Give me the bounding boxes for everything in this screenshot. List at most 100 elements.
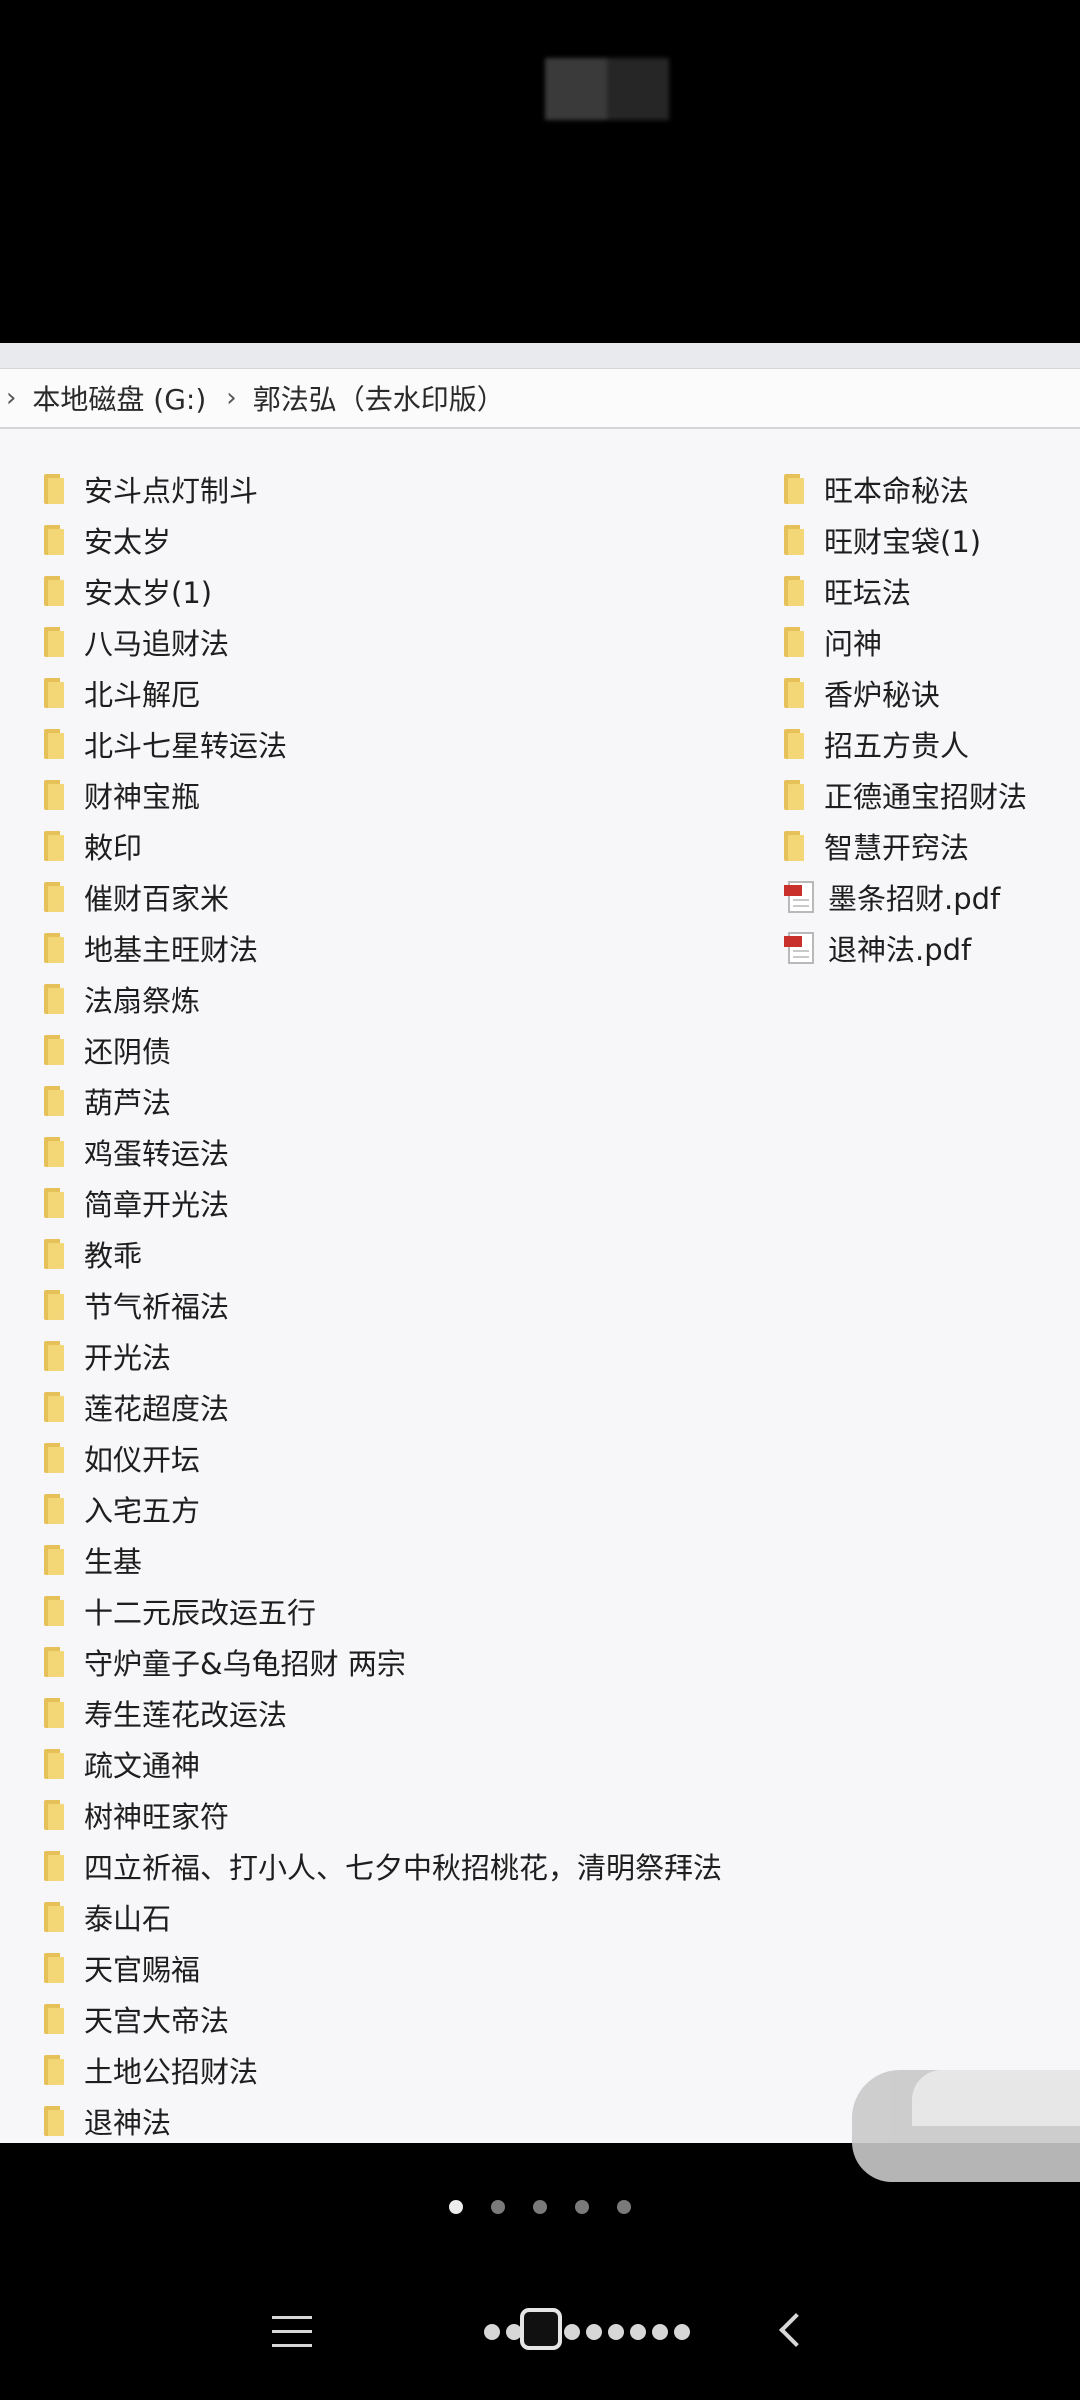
breadcrumb-folder[interactable]: 郭法弘（去水印版） — [253, 378, 505, 418]
file-name-label: 招五方贵人 — [824, 728, 970, 763]
folder-item[interactable]: 土地公招财法 — [44, 2044, 722, 2095]
page-dot[interactable] — [449, 2200, 463, 2214]
folder-icon — [44, 1187, 66, 1218]
file-name-label: 墨条招财.pdf — [828, 881, 1001, 916]
breadcrumb-separator: › — [6, 383, 17, 413]
file-name-label: 智慧开窍法 — [824, 830, 970, 865]
blurred-notification-block — [545, 58, 669, 120]
folder-icon — [784, 626, 806, 657]
breadcrumb-drive[interactable]: 本地磁盘 (G:) — [32, 378, 206, 418]
folder-item[interactable]: 香炉秘诀 — [784, 667, 1027, 718]
file-name-label: 地基主旺财法 — [84, 932, 259, 967]
folder-icon — [44, 1646, 66, 1677]
file-name-label: 如仪开坛 — [84, 1442, 201, 1477]
file-name-label: 天宫大帝法 — [84, 2003, 230, 2038]
file-name-label: 退神法.pdf — [828, 932, 972, 967]
folder-item[interactable]: 四立祈福、打小人、七夕中秋招桃花，清明祭拜法 — [44, 1840, 722, 1891]
file-name-label: 守炉童子&乌龟招财 两宗 — [84, 1646, 406, 1681]
folder-item[interactable]: 旺本命秘法 — [784, 463, 1027, 514]
folder-item[interactable]: 催财百家米 — [44, 871, 722, 922]
folder-item[interactable]: 旺财宝袋(1) — [784, 514, 1027, 565]
folder-item[interactable]: 北斗七星转运法 — [44, 718, 722, 769]
folder-item[interactable]: 葫芦法 — [44, 1075, 722, 1126]
folder-icon — [44, 524, 66, 555]
folder-item[interactable]: 莲花超度法 — [44, 1381, 722, 1432]
page-dot[interactable] — [491, 2200, 505, 2214]
folder-icon — [44, 881, 66, 912]
folder-item[interactable]: 泰山石 — [44, 1891, 722, 1942]
folder-item[interactable]: 十二元辰改运五行 — [44, 1585, 722, 1636]
folder-icon — [44, 2054, 66, 2085]
folder-icon — [44, 2105, 66, 2136]
folder-item[interactable]: 北斗解厄 — [44, 667, 722, 718]
folder-item[interactable]: 八马追财法 — [44, 616, 722, 667]
folder-icon — [44, 1493, 66, 1524]
folder-icon — [44, 473, 66, 504]
folder-item[interactable]: 财神宝瓶 — [44, 769, 722, 820]
folder-item[interactable]: 天宫大帝法 — [44, 1993, 722, 2044]
folder-item[interactable]: 安斗点灯制斗 — [44, 463, 722, 514]
file-name-label: 旺坛法 — [824, 575, 912, 610]
folder-item[interactable]: 法扇祭炼 — [44, 973, 722, 1024]
page-dot[interactable] — [533, 2200, 547, 2214]
folder-item[interactable]: 安太岁(1) — [44, 565, 722, 616]
page-indicator — [0, 2200, 1080, 2214]
folder-item[interactable]: 退神法 — [44, 2095, 722, 2143]
folder-item[interactable]: 问神 — [784, 616, 1027, 667]
menu-icon[interactable] — [272, 2314, 312, 2350]
folder-item[interactable]: 还阴债 — [44, 1024, 722, 1075]
folder-icon — [44, 1238, 66, 1269]
file-name-label: 教乖 — [84, 1238, 143, 1273]
pdf-file-item[interactable]: 退神法.pdf — [784, 922, 1027, 973]
folder-item[interactable]: 疏文通神 — [44, 1738, 722, 1789]
folder-item[interactable]: 地基主旺财法 — [44, 922, 722, 973]
folder-item[interactable]: 天官赐福 — [44, 1942, 722, 1993]
file-name-label: 莲花超度法 — [84, 1391, 230, 1426]
folder-icon — [44, 1034, 66, 1065]
folder-item[interactable]: 鸡蛋转运法 — [44, 1126, 722, 1177]
folder-item[interactable]: 安太岁 — [44, 514, 722, 565]
folder-item[interactable]: 守炉童子&乌龟招财 两宗 — [44, 1636, 722, 1687]
folder-item[interactable]: 旺坛法 — [784, 565, 1027, 616]
folder-item[interactable]: 节气祈福法 — [44, 1279, 722, 1330]
folder-item[interactable]: 开光法 — [44, 1330, 722, 1381]
folder-icon — [44, 1850, 66, 1881]
folder-item[interactable]: 树神旺家符 — [44, 1789, 722, 1840]
page-dot[interactable] — [617, 2200, 631, 2214]
folder-icon — [44, 575, 66, 606]
file-explorer-photo: › 本地磁盘 (G:) › 郭法弘（去水印版） 安斗点灯制斗 安太岁安太岁(1) 八… — [0, 343, 1080, 2143]
file-name-label: 北斗解厄 — [84, 677, 201, 712]
folder-icon — [44, 1748, 66, 1779]
folder-item[interactable]: 生基 — [44, 1534, 722, 1585]
folder-icon — [784, 473, 806, 504]
folder-item[interactable]: 正德通宝招财法 — [784, 769, 1027, 820]
folder-icon — [44, 1391, 66, 1422]
folder-item[interactable]: 教乖 — [44, 1228, 722, 1279]
folder-item[interactable]: 寿生莲花改运法 — [44, 1687, 722, 1738]
pdf-file-item[interactable]: 墨条招财.pdf — [784, 871, 1027, 922]
file-name-label: 问神 — [824, 626, 883, 661]
file-name-label: 树神旺家符 — [84, 1799, 230, 1834]
folder-icon — [44, 1799, 66, 1830]
folder-icon — [44, 626, 66, 657]
folder-item[interactable]: 敕印 — [44, 820, 722, 871]
back-icon[interactable] — [776, 2310, 800, 2350]
folder-item[interactable]: 简章开光法 — [44, 1177, 722, 1228]
file-name-label: 天官赐福 — [84, 1952, 201, 1987]
home-icon[interactable] — [520, 2308, 562, 2350]
file-name-label: 还阴债 — [84, 1034, 172, 1069]
folder-item[interactable]: 招五方贵人 — [784, 718, 1027, 769]
page-dot[interactable] — [575, 2200, 589, 2214]
folder-item[interactable]: 入宅五方 — [44, 1483, 722, 1534]
folder-item[interactable]: 如仪开坛 — [44, 1432, 722, 1483]
system-navigation-bar — [0, 2300, 1080, 2370]
file-name-label: 法扇祭炼 — [84, 983, 201, 1018]
file-name-label: 香炉秘诀 — [824, 677, 941, 712]
folder-icon — [44, 1442, 66, 1473]
folder-icon — [44, 677, 66, 708]
folder-item[interactable]: 智慧开窍法 — [784, 820, 1027, 871]
breadcrumb[interactable]: › 本地磁盘 (G:) › 郭法弘（去水印版） — [0, 369, 1080, 429]
file-name-label: 安太岁(1) — [84, 575, 213, 610]
file-name-label: 入宅五方 — [84, 1493, 201, 1528]
file-list-column-1: 安斗点灯制斗 安太岁安太岁(1) 八马追财法北斗解厄北斗七星转运法 财神宝瓶 敕印 催财百… — [44, 463, 722, 2143]
